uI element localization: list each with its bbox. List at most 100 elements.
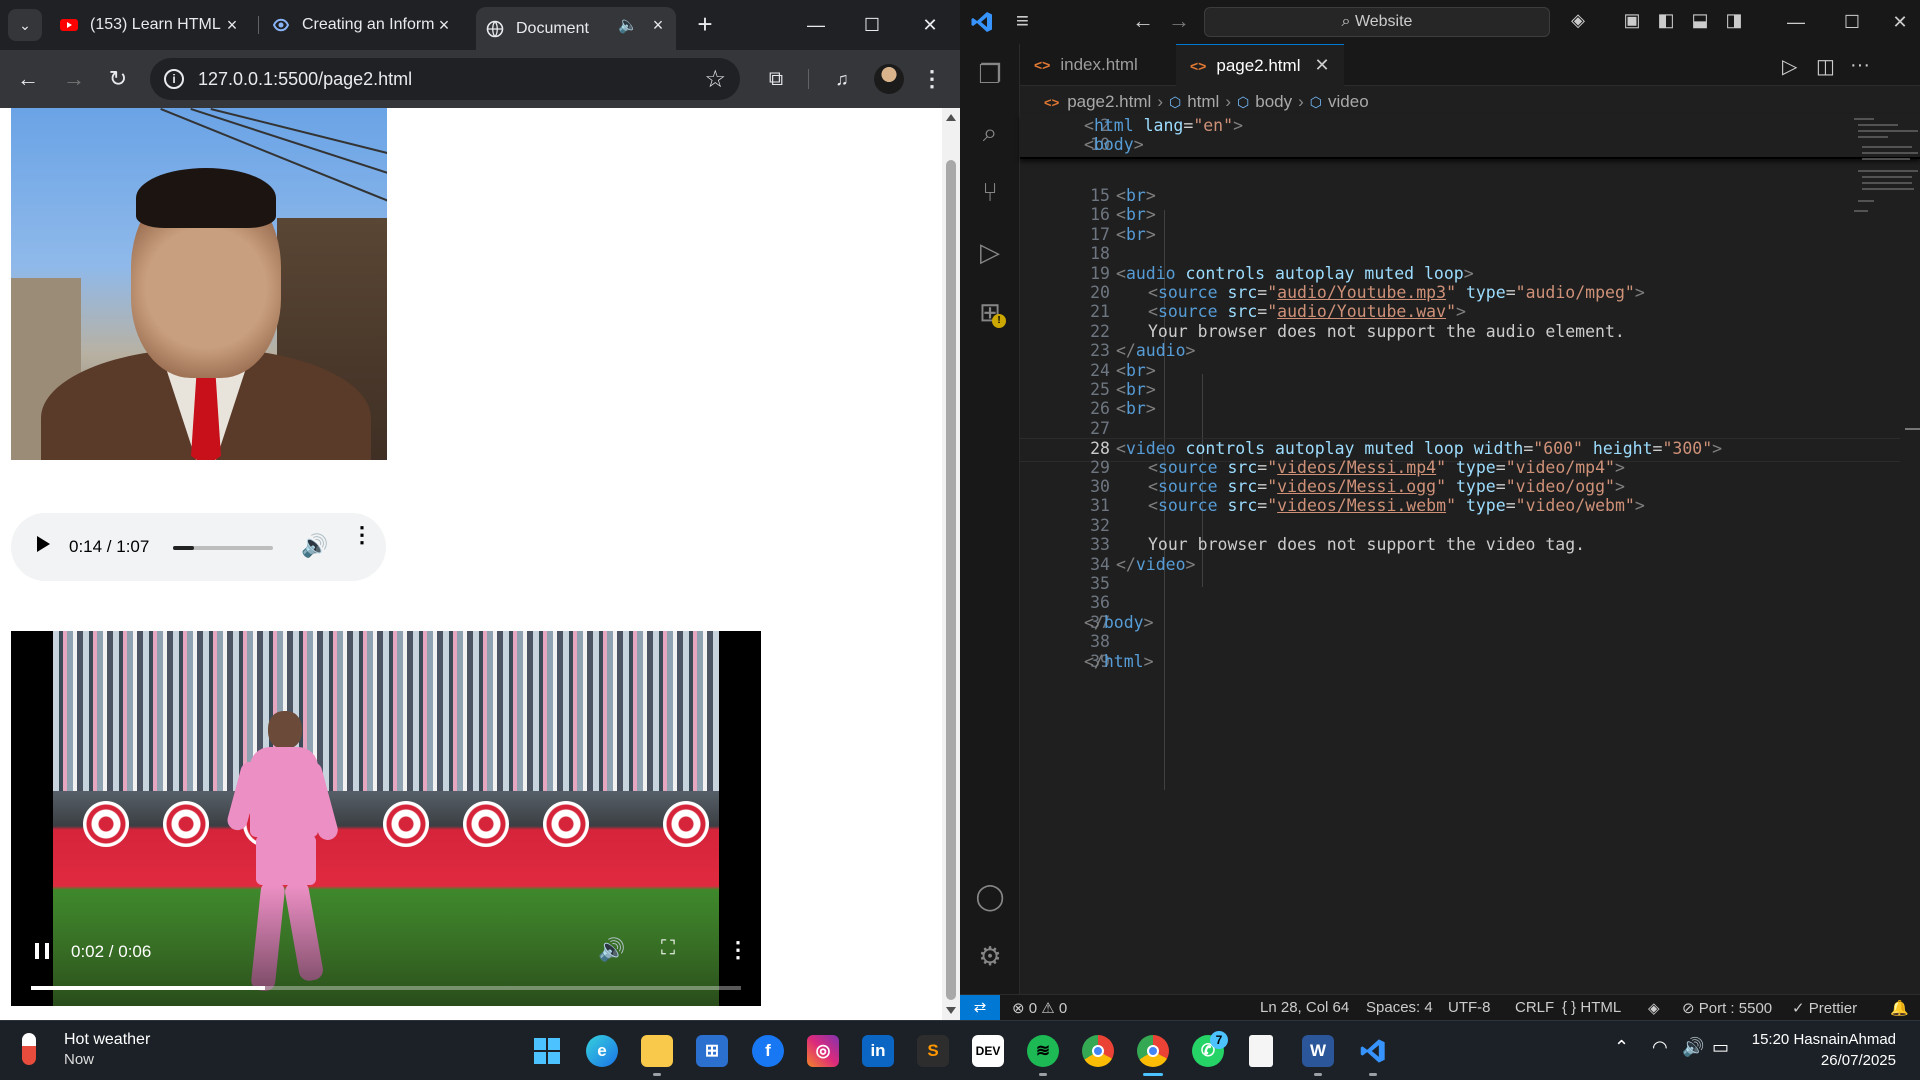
- audio-seek-bar[interactable]: [173, 546, 273, 550]
- chrome-profile-icon[interactable]: [1137, 1035, 1169, 1067]
- chevron-up-icon[interactable]: ⌃: [1614, 1037, 1629, 1058]
- video-player[interactable]: 0:02 / 0:06 🔊 ⛶ ⋮: [11, 631, 761, 1006]
- back-button[interactable]: ←: [14, 65, 42, 93]
- vscode-taskbar-icon[interactable]: [1357, 1035, 1389, 1067]
- command-center-search[interactable]: ⌕ Website: [1204, 7, 1550, 37]
- maximize-button[interactable]: ☐: [1832, 8, 1872, 36]
- facebook-icon[interactable]: f: [752, 1035, 784, 1067]
- prettier-status[interactable]: ✓ Prettier: [1792, 999, 1857, 1017]
- file-explorer-icon[interactable]: [641, 1035, 673, 1067]
- toggle-sidebar-icon[interactable]: ◧: [1654, 10, 1678, 32]
- source-control-icon[interactable]: ⑂: [970, 172, 1010, 212]
- code-editor[interactable]: 15 <br> 16 <br> 17 <br> 18 19 <audio controls au…: [1020, 114, 1920, 814]
- pause-icon[interactable]: [35, 943, 49, 959]
- cursor-position[interactable]: Ln 28, Col 64: [1260, 999, 1349, 1016]
- run-icon[interactable]: ▷: [1782, 54, 1797, 79]
- instagram-icon[interactable]: ◎: [807, 1035, 839, 1067]
- scroll-thumb[interactable]: [946, 160, 956, 1000]
- reload-button[interactable]: ↻: [104, 65, 132, 93]
- microsoft-store-icon[interactable]: ⊞: [696, 1035, 728, 1067]
- close-tab-icon[interactable]: ✕: [1314, 55, 1329, 76]
- breadcrumb-html[interactable]: html: [1187, 92, 1219, 112]
- linkedin-icon[interactable]: in: [862, 1035, 894, 1067]
- search-icon[interactable]: ⌕: [970, 112, 1010, 152]
- code-line[interactable]: 39 </html>: [1020, 652, 1900, 676]
- minimize-button[interactable]: —: [1776, 8, 1816, 36]
- run-debug-icon[interactable]: ▷: [970, 232, 1010, 272]
- tab-page2-html[interactable]: <> page2.html ✕: [1176, 44, 1344, 86]
- tab-creating-informative[interactable]: Creating an Inform ×: [272, 7, 462, 43]
- tab-learn-html[interactable]: (153) Learn HTML ×: [60, 7, 250, 43]
- back-arrow-icon[interactable]: ←: [1132, 8, 1154, 34]
- notifications-bell-icon[interactable]: 🔔: [1890, 999, 1909, 1017]
- account-icon[interactable]: ◯: [970, 876, 1010, 916]
- breadcrumb-file[interactable]: page2.html: [1067, 92, 1151, 112]
- line-ending[interactable]: CRLF: [1515, 999, 1554, 1016]
- tab-search-button[interactable]: ⌄: [8, 9, 42, 41]
- maximize-button[interactable]: ☐: [852, 10, 892, 40]
- video-seek-bar[interactable]: [31, 986, 741, 990]
- more-menu-icon[interactable]: ⋮: [918, 65, 946, 93]
- chrome-icon[interactable]: [1082, 1035, 1114, 1067]
- explorer-icon[interactable]: ❐: [970, 54, 1010, 94]
- url-text[interactable]: 127.0.0.1:5500/page2.html: [198, 69, 412, 90]
- breadcrumb-body[interactable]: body: [1255, 92, 1292, 112]
- notepad-icon[interactable]: [1249, 1035, 1273, 1067]
- start-button[interactable]: [531, 1035, 563, 1067]
- close-window-button[interactable]: ✕: [910, 10, 950, 40]
- extensions-icon[interactable]: ⧉: [762, 65, 790, 93]
- scroll-down-icon[interactable]: [946, 1007, 956, 1014]
- extensions-icon[interactable]: ⊞: [970, 292, 1010, 332]
- profile-avatar[interactable]: [874, 64, 904, 94]
- new-tab-button[interactable]: +: [692, 11, 718, 38]
- volume-icon[interactable]: 🔊: [301, 533, 328, 559]
- fullscreen-icon[interactable]: ⛶: [661, 937, 675, 960]
- close-tab-icon[interactable]: ×: [434, 15, 454, 35]
- speaker-icon[interactable]: 🔊: [1682, 1037, 1704, 1058]
- forward-arrow-icon[interactable]: →: [1168, 8, 1190, 34]
- tab-document[interactable]: Document 🔈 ×: [476, 7, 676, 50]
- play-icon[interactable]: [37, 536, 50, 552]
- site-info-icon[interactable]: i: [164, 69, 184, 89]
- more-options-icon[interactable]: ⋮: [351, 524, 373, 546]
- scroll-up-icon[interactable]: [946, 114, 956, 121]
- close-tab-icon[interactable]: ×: [648, 15, 668, 35]
- close-tab-icon[interactable]: ×: [222, 15, 242, 35]
- toggle-secondary-sidebar-icon[interactable]: ◨: [1722, 10, 1746, 32]
- word-icon[interactable]: W: [1302, 1035, 1334, 1067]
- minimize-button[interactable]: —: [796, 10, 836, 40]
- sticky-code-line[interactable]: 10 <body>: [1020, 135, 1900, 159]
- copilot-status-icon[interactable]: ◈: [1648, 999, 1660, 1017]
- bookmark-star-icon[interactable]: ☆: [704, 65, 726, 94]
- edge-icon[interactable]: e: [586, 1035, 618, 1067]
- volume-icon[interactable]: 🔊: [598, 937, 625, 963]
- close-window-button[interactable]: ✕: [1880, 8, 1920, 36]
- more-options-icon[interactable]: ⋮: [727, 937, 749, 963]
- layout-icon[interactable]: ▣: [1620, 10, 1644, 32]
- wifi-icon[interactable]: ◠: [1652, 1037, 1668, 1058]
- problems-indicator[interactable]: ⊗ 0 ⚠ 0: [1012, 999, 1067, 1017]
- minimap[interactable]: [1850, 114, 1920, 234]
- system-clock[interactable]: 15:20 HasnainAhmad 26/07/2025: [1750, 1029, 1896, 1071]
- tab-index-html[interactable]: <> index.html: [1020, 44, 1152, 86]
- breadcrumb-video[interactable]: video: [1328, 92, 1369, 112]
- spotify-icon[interactable]: ≋: [1027, 1035, 1059, 1067]
- split-editor-icon[interactable]: ◫: [1816, 54, 1835, 79]
- encoding[interactable]: UTF-8: [1448, 999, 1491, 1016]
- language-mode[interactable]: { } HTML: [1562, 999, 1621, 1016]
- indentation[interactable]: Spaces: 4: [1366, 999, 1433, 1016]
- forward-button[interactable]: →: [60, 65, 88, 93]
- page-scrollbar[interactable]: [942, 108, 960, 1020]
- address-bar[interactable]: i 127.0.0.1:5500/page2.html ☆: [150, 58, 740, 100]
- tab-audio-icon[interactable]: 🔈: [618, 15, 638, 35]
- toggle-panel-icon[interactable]: ⬓: [1688, 10, 1712, 32]
- more-actions-icon[interactable]: ···: [1850, 54, 1870, 77]
- copilot-icon[interactable]: ◈: [1566, 10, 1590, 32]
- live-server-port[interactable]: ⊘ Port : 5500: [1682, 999, 1772, 1017]
- dev-to-icon[interactable]: DEV: [972, 1035, 1004, 1067]
- hamburger-menu-icon[interactable]: ≡: [1016, 8, 1029, 34]
- remote-indicator-icon[interactable]: ⇄: [960, 995, 1000, 1021]
- media-control-icon[interactable]: ♫: [828, 65, 856, 93]
- settings-gear-icon[interactable]: ⚙: [970, 936, 1010, 976]
- sublime-text-icon[interactable]: S: [917, 1035, 949, 1067]
